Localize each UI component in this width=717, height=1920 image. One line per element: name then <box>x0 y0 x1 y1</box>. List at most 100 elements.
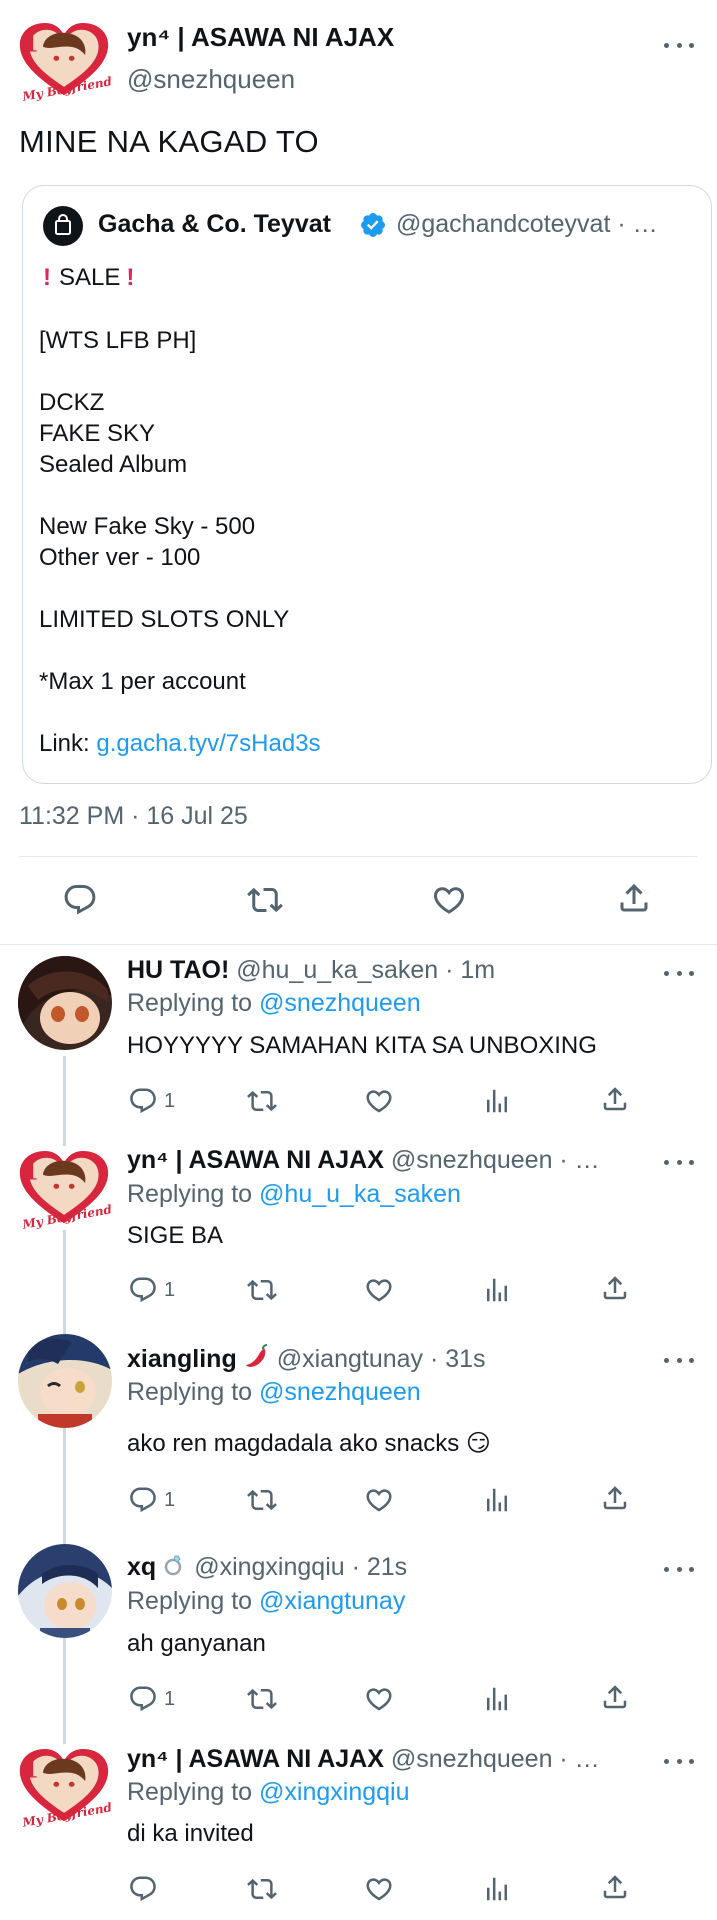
retweet-button[interactable] <box>246 1874 278 1904</box>
quoted-avatar[interactable] <box>43 206 83 246</box>
reply-handle-time[interactable]: @snezhqueen · … <box>391 1146 600 1174</box>
shopping-bag-icon <box>55 214 71 235</box>
reply-button[interactable]: 1 <box>128 1275 175 1305</box>
more-options-button[interactable] <box>664 1564 694 1574</box>
share-icon <box>600 1084 630 1114</box>
reply-display-name[interactable]: xq <box>127 1553 156 1581</box>
retweet-button[interactable] <box>246 1684 278 1714</box>
retweet-icon <box>246 1684 278 1714</box>
like-button[interactable] <box>431 882 467 918</box>
exclamation-icon: ! <box>43 264 51 291</box>
reply-display-name[interactable]: HU TAO! <box>127 956 229 984</box>
share-button[interactable] <box>600 1682 630 1712</box>
like-button[interactable] <box>364 1874 394 1904</box>
reply-icon <box>128 1275 158 1305</box>
more-options-button[interactable] <box>664 968 694 978</box>
tweet-text: MINE NA KAGAD TO <box>19 124 319 159</box>
heart-icon <box>364 1086 394 1116</box>
retweet-icon <box>246 882 284 918</box>
reply-display-name[interactable]: yn⁴ | ASAWA NI AJAX <box>127 1745 384 1773</box>
views-icon <box>482 1684 512 1714</box>
reply-author-line[interactable]: HU TAO! @hu_u_ka_saken · 1m <box>127 956 495 985</box>
reply-handle-time[interactable]: @snezhqueen · … <box>391 1745 600 1773</box>
replying-to-link[interactable]: @xingxingqiu <box>259 1778 409 1806</box>
retweet-button[interactable] <box>246 1275 278 1305</box>
replying-to-line: Replying to @xiangtunay <box>127 1587 405 1616</box>
reply-button[interactable] <box>62 882 98 918</box>
reply-avatar[interactable] <box>18 956 112 1050</box>
heart-icon <box>364 1485 394 1515</box>
replying-label: Replying to <box>127 1778 260 1806</box>
more-options-button[interactable] <box>664 1157 694 1167</box>
views-button[interactable] <box>482 1485 512 1515</box>
share-icon <box>600 1483 630 1513</box>
reply-avatar[interactable] <box>18 1334 112 1428</box>
like-button[interactable] <box>364 1684 394 1714</box>
replying-to-link[interactable]: @xiangtunay <box>259 1587 405 1615</box>
reply-count: 1 <box>164 1687 176 1710</box>
reply-button[interactable]: 1 <box>128 1485 175 1515</box>
views-button[interactable] <box>482 1684 512 1714</box>
author-avatar[interactable]: My Boyfriend <box>16 18 112 102</box>
author-display-name[interactable]: yn⁴ | ASAWA NI AJAX <box>127 22 394 53</box>
reply-author-line[interactable]: xq @xingxingqiu · 21s <box>127 1553 407 1584</box>
reply-count: 1 <box>164 1089 176 1112</box>
sale-line: ! SALE! <box>39 262 134 293</box>
heart-icon <box>431 882 467 918</box>
share-button[interactable] <box>600 1084 630 1114</box>
reply-button[interactable]: 1 <box>128 1086 175 1116</box>
reply-handle-time[interactable]: @xingxingqiu · 21s <box>194 1553 407 1581</box>
reply-count: 1 <box>164 1278 176 1301</box>
author-handle[interactable]: @snezhqueen <box>127 64 295 95</box>
quoted-tweet-card[interactable]: Gacha & Co. Teyvat @gachandcoteyvat · … … <box>22 185 712 784</box>
xingqiu-avatar-image <box>18 1544 112 1638</box>
xiangling-avatar-image <box>18 1334 112 1428</box>
quoted-link[interactable]: g.gacha.tyv/7sHad3s <box>96 730 320 757</box>
quoted-display-name: Gacha & Co. Teyvat <box>98 210 331 238</box>
reply-author-line[interactable]: yn⁴ | ASAWA NI AJAX @snezhqueen · … <box>127 1745 600 1774</box>
reply-button[interactable]: 1 <box>128 1684 175 1714</box>
share-button[interactable] <box>600 1483 630 1513</box>
share-button[interactable] <box>600 1273 630 1303</box>
reply-display-name[interactable]: yn⁴ | ASAWA NI AJAX <box>127 1146 384 1174</box>
reply-author-line[interactable]: yn⁴ | ASAWA NI AJAX @snezhqueen · … <box>127 1146 600 1175</box>
more-options-button[interactable] <box>664 1756 694 1766</box>
replying-to-link[interactable]: @snezhqueen <box>259 1378 421 1406</box>
views-button[interactable] <box>482 1086 512 1116</box>
reply-handle-time[interactable]: @xiangtunay · 31s <box>277 1345 486 1373</box>
views-button[interactable] <box>482 1275 512 1305</box>
replying-to-line: Replying to @snezhqueen <box>127 1378 421 1407</box>
replying-to-link[interactable]: @snezhqueen <box>259 989 421 1017</box>
replying-to-link[interactable]: @hu_u_ka_saken <box>259 1180 461 1208</box>
reply-avatar[interactable]: My Boyfriend <box>16 1744 112 1828</box>
share-button[interactable] <box>600 1872 630 1902</box>
share-icon <box>600 1872 630 1902</box>
share-button[interactable] <box>616 880 652 916</box>
retweet-button[interactable] <box>246 1485 278 1515</box>
reply-text: HOYYYYY SAMAHAN KITA SA UNBOXING <box>127 1032 597 1059</box>
more-options-button[interactable] <box>664 40 694 50</box>
reply-avatar[interactable]: My Boyfriend <box>16 1146 112 1230</box>
reply-icon <box>128 1874 158 1904</box>
retweet-button[interactable] <box>246 882 284 918</box>
reply-text: SIGE BA <box>127 1222 224 1249</box>
views-icon <box>482 1086 512 1116</box>
heart-icon <box>364 1874 394 1904</box>
reply-button[interactable] <box>128 1874 158 1904</box>
like-button[interactable] <box>364 1275 394 1305</box>
reply-display-name[interactable]: xiangling <box>127 1345 237 1373</box>
reply-handle-time[interactable]: @hu_u_ka_saken · 1m <box>236 956 495 984</box>
views-button[interactable] <box>482 1874 512 1904</box>
retweet-button[interactable] <box>246 1086 278 1116</box>
tweet-timestamp[interactable]: 11:32 PM · 16 Jul 25 <box>19 802 248 831</box>
more-options-button[interactable] <box>664 1355 694 1365</box>
like-button[interactable] <box>364 1086 394 1116</box>
retweet-icon <box>246 1485 278 1515</box>
replying-to-line: Replying to @snezhqueen <box>127 989 421 1018</box>
replying-label: Replying to <box>127 989 260 1017</box>
share-icon <box>616 880 652 916</box>
reply-author-line[interactable]: xiangling @xiangtunay · 31s <box>127 1344 486 1377</box>
reply-avatar[interactable] <box>18 1544 112 1638</box>
like-button[interactable] <box>364 1485 394 1515</box>
replying-to-line: Replying to @hu_u_ka_saken <box>127 1180 461 1209</box>
